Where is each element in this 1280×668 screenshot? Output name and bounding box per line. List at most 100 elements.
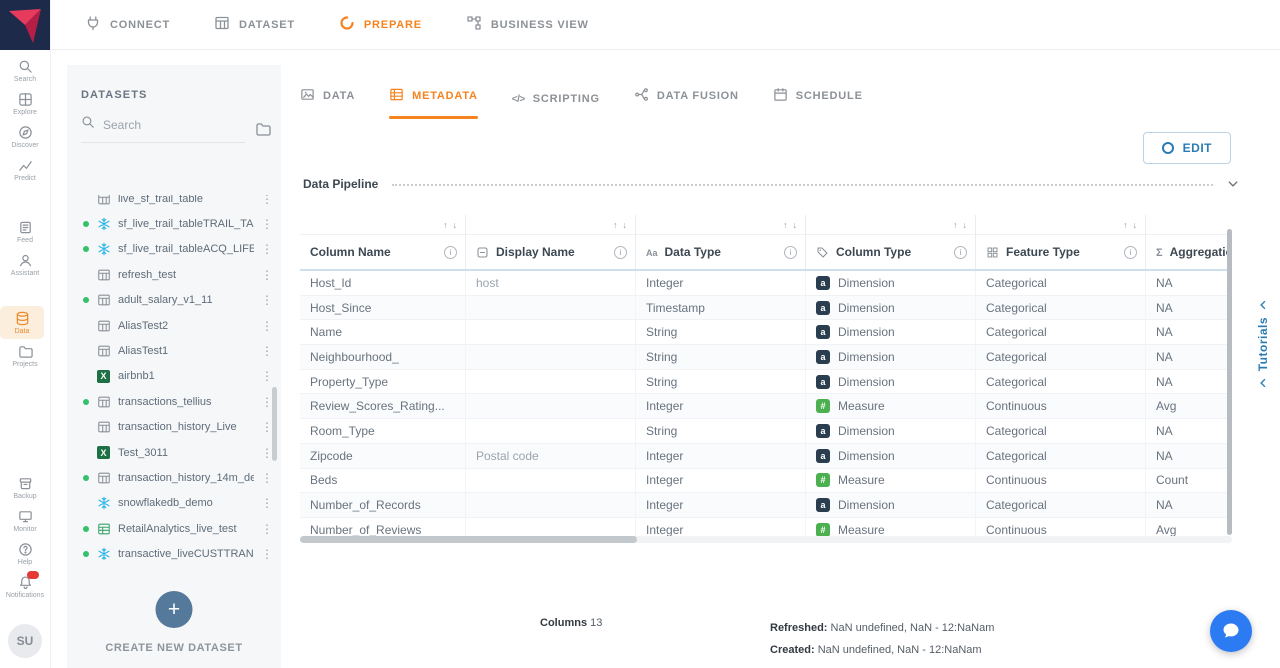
info-icon[interactable]: [614, 246, 627, 259]
cell-aggregation[interactable]: NA: [1145, 345, 1232, 369]
sort-controls[interactable]: [300, 215, 465, 235]
tutorials-tab[interactable]: Tutorials: [1256, 300, 1270, 388]
user-avatar[interactable]: SU: [8, 624, 42, 658]
cell-aggregation[interactable]: Avg: [1145, 394, 1232, 418]
cell-display-name[interactable]: host: [465, 271, 635, 295]
cell-aggregation[interactable]: Avg: [1145, 518, 1232, 537]
dataset-list-item[interactable]: transaction_history_14m_de...: [67, 465, 281, 490]
kebab-menu-icon[interactable]: [261, 446, 271, 460]
dataset-list-item[interactable]: RetailAnalytics_live_test: [67, 516, 281, 541]
kebab-menu-icon[interactable]: [261, 268, 271, 282]
tab[interactable]: DATA: [300, 87, 355, 119]
kebab-menu-icon[interactable]: [261, 496, 271, 510]
sort-desc-icon[interactable]: [623, 220, 628, 230]
kebab-menu-icon[interactable]: [261, 395, 271, 409]
info-icon[interactable]: [784, 246, 797, 259]
dataset-list-item[interactable]: sf_live_trail_tableTRAIL_TAB...: [67, 211, 281, 236]
chat-button[interactable]: [1210, 610, 1252, 652]
dataset-list-item[interactable]: refresh_test: [67, 262, 281, 287]
kebab-menu-icon[interactable]: [261, 319, 271, 333]
sort-desc-icon[interactable]: [793, 220, 798, 230]
rail-item[interactable]: Search: [0, 54, 50, 87]
kebab-menu-icon[interactable]: [261, 547, 271, 561]
kebab-menu-icon[interactable]: [261, 195, 271, 206]
cell-aggregation[interactable]: NA: [1145, 419, 1232, 443]
cell-feature-type[interactable]: Categorical: [975, 345, 1145, 369]
tellius-logo[interactable]: [0, 0, 50, 50]
top-nav-item[interactable]: PREPARE: [339, 15, 422, 34]
cell-column-type[interactable]: a Dimension: [805, 493, 975, 517]
chevron-down-icon[interactable]: [1227, 178, 1239, 190]
folder-icon[interactable]: [255, 121, 271, 137]
sort-asc-icon[interactable]: [1123, 220, 1128, 230]
cell-aggregation[interactable]: Count: [1145, 469, 1232, 493]
cell-column-name[interactable]: Name: [300, 320, 465, 344]
kebab-menu-icon[interactable]: [261, 344, 271, 358]
top-nav-item[interactable]: DATASET: [214, 15, 295, 34]
cell-feature-type[interactable]: Continuous: [975, 518, 1145, 537]
cell-data-type[interactable]: Timestamp: [635, 296, 805, 320]
cell-column-type[interactable]: a Dimension: [805, 345, 975, 369]
cell-aggregation[interactable]: NA: [1145, 296, 1232, 320]
cell-data-type[interactable]: Integer: [635, 518, 805, 537]
rail-item[interactable]: Discover: [0, 120, 50, 153]
sort-desc-icon[interactable]: [963, 220, 968, 230]
cell-column-type[interactable]: # Measure: [805, 469, 975, 493]
kebab-menu-icon[interactable]: [261, 420, 271, 434]
rail-item[interactable]: Feed: [0, 215, 50, 248]
cell-data-type[interactable]: String: [635, 345, 805, 369]
sort-controls[interactable]: [1146, 215, 1232, 235]
edit-button[interactable]: EDIT: [1143, 132, 1231, 164]
cell-feature-type[interactable]: Categorical: [975, 444, 1145, 468]
dataset-list-item[interactable]: Test_3011: [67, 440, 281, 465]
rail-item[interactable]: Predict: [0, 153, 50, 186]
dataset-search-input[interactable]: [103, 118, 245, 132]
tab[interactable]: SCHEDULE: [773, 87, 863, 119]
cell-display-name[interactable]: [465, 345, 635, 369]
kebab-menu-icon[interactable]: [261, 369, 271, 383]
cell-data-type[interactable]: String: [635, 370, 805, 394]
cell-column-name[interactable]: Number_of_Records: [300, 493, 465, 517]
cell-aggregation[interactable]: NA: [1145, 444, 1232, 468]
dataset-list-item[interactable]: transaction_history_Live: [67, 415, 281, 440]
tab[interactable]: DATA FUSION: [634, 87, 739, 119]
sort-controls[interactable]: [806, 215, 975, 235]
table-vertical-scrollbar[interactable]: [1227, 229, 1232, 535]
cell-feature-type[interactable]: Categorical: [975, 419, 1145, 443]
dataset-list-item[interactable]: AliasTest2: [67, 313, 281, 338]
cell-column-name[interactable]: Beds: [300, 469, 465, 493]
cell-column-name[interactable]: Zipcode: [300, 444, 465, 468]
tab[interactable]: SCRIPTING: [512, 93, 600, 119]
create-dataset-button[interactable]: [156, 591, 193, 628]
cell-feature-type[interactable]: Continuous: [975, 394, 1145, 418]
dataset-list-item[interactable]: airbnb1: [67, 364, 281, 389]
cell-display-name[interactable]: [465, 394, 635, 418]
cell-data-type[interactable]: Integer: [635, 444, 805, 468]
kebab-menu-icon[interactable]: [261, 522, 271, 536]
rail-item[interactable]: Projects: [0, 339, 50, 372]
dataset-list-item[interactable]: snowflakedb_demo: [67, 491, 281, 516]
kebab-menu-icon[interactable]: [261, 293, 271, 307]
cell-column-type[interactable]: # Measure: [805, 394, 975, 418]
top-nav-item[interactable]: BUSINESS VIEW: [466, 15, 589, 34]
cell-aggregation[interactable]: NA: [1145, 370, 1232, 394]
cell-column-name[interactable]: Host_Since: [300, 296, 465, 320]
cell-column-type[interactable]: # Measure: [805, 518, 975, 537]
cell-aggregation[interactable]: NA: [1145, 271, 1232, 295]
sort-controls[interactable]: [976, 215, 1145, 235]
sidebar-scrollbar[interactable]: [272, 387, 277, 461]
rail-item[interactable]: Help: [0, 537, 50, 570]
rail-item[interactable]: Data: [0, 306, 44, 339]
cell-display-name[interactable]: [465, 320, 635, 344]
info-icon[interactable]: [1124, 246, 1137, 259]
sort-controls[interactable]: [636, 215, 805, 235]
cell-data-type[interactable]: Integer: [635, 271, 805, 295]
cell-feature-type[interactable]: Categorical: [975, 296, 1145, 320]
cell-column-name[interactable]: Review_Scores_Rating...: [300, 394, 465, 418]
dataset-list-item[interactable]: transactions_tellius: [67, 389, 281, 414]
cell-display-name[interactable]: [465, 493, 635, 517]
sort-asc-icon[interactable]: [443, 220, 448, 230]
kebab-menu-icon[interactable]: [261, 242, 271, 256]
cell-column-name[interactable]: Host_Id: [300, 271, 465, 295]
scrollbar-thumb[interactable]: [300, 536, 637, 543]
